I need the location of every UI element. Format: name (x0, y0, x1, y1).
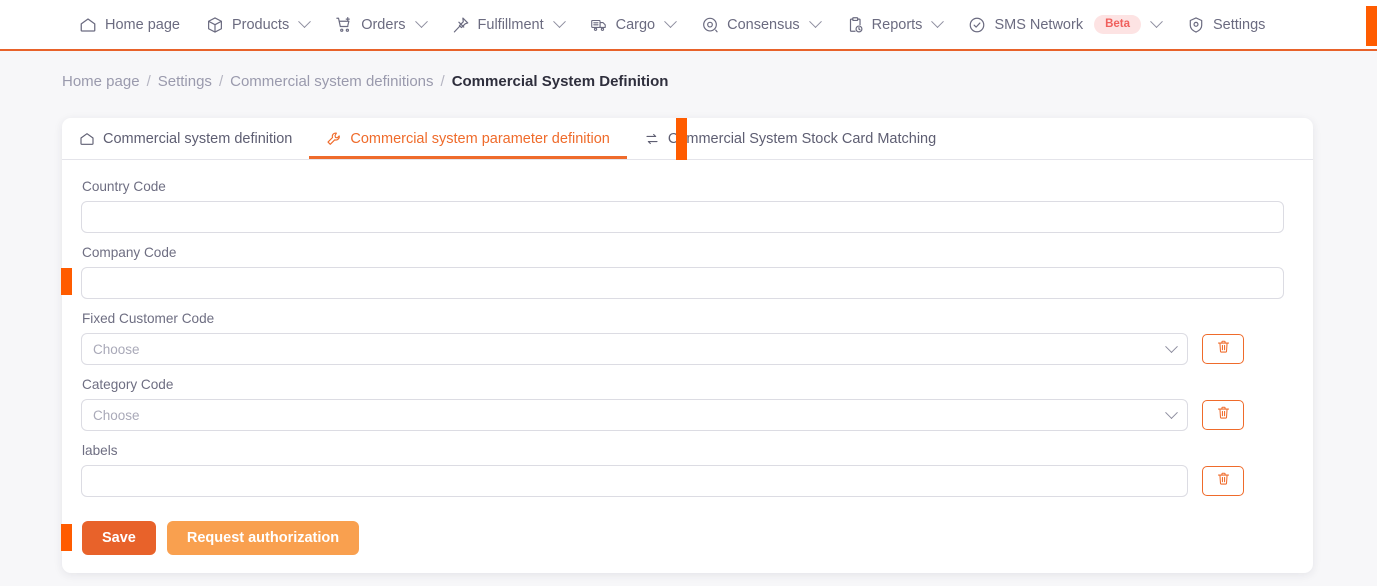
tab-label: Commercial system parameter definition (350, 130, 610, 147)
tab-bar: Commercial system definition Commercial … (62, 118, 1313, 160)
nav-item-label: Consensus (727, 16, 800, 33)
nav-item-sms-network[interactable]: SMS Network Beta (955, 0, 1174, 50)
nav-item-label: Settings (1213, 16, 1266, 33)
category-code-select[interactable]: Choose (81, 399, 1188, 431)
nav-item-label: Orders (361, 16, 406, 33)
tab-commercial-system-parameter-definition[interactable]: Commercial system parameter definition (309, 118, 626, 159)
nav-right-edge-marker (1366, 6, 1377, 46)
nav-item-label: Products (231, 16, 290, 33)
select-placeholder: Choose (93, 407, 140, 423)
trash-icon (1216, 339, 1231, 359)
request-authorization-button[interactable]: Request authorization (166, 521, 360, 555)
nav-item-label: Home page (105, 16, 180, 33)
truck-icon (590, 16, 608, 34)
chevron-down-icon (298, 15, 312, 29)
nav-item-label: Fulfillment (477, 16, 544, 33)
breadcrumb-item-home-page[interactable]: Home page (62, 73, 140, 90)
field-label: Company Code (82, 245, 177, 260)
pin-icon (452, 16, 470, 34)
cart-plus-icon (335, 16, 353, 34)
trash-icon (1216, 471, 1231, 491)
box-icon (206, 16, 224, 34)
chevron-down-icon (931, 15, 945, 29)
trash-icon (1216, 405, 1231, 425)
nav-item-settings[interactable]: Settings (1174, 0, 1278, 50)
labels-input[interactable] (81, 465, 1188, 497)
chevron-down-icon (414, 15, 428, 29)
country-code-input[interactable] (81, 201, 1284, 233)
chevron-down-icon (664, 15, 677, 29)
nav-item-reports[interactable]: Reports (833, 0, 956, 50)
breadcrumb-item-current: Commercial System Definition (451, 73, 669, 90)
field-fixed-customer-code: Fixed Customer Code Choose (81, 311, 1284, 365)
breadcrumb-item-settings[interactable]: Settings (158, 73, 212, 90)
nav-item-home-page[interactable]: Home page (66, 0, 193, 50)
company-code-input[interactable] (81, 267, 1284, 299)
actions-edge-marker (61, 524, 72, 551)
field-label: Fixed Customer Code (82, 311, 215, 326)
breadcrumb-separator: / (218, 73, 224, 90)
nav-item-label: Cargo (615, 16, 656, 33)
active-tab-edge-marker (676, 118, 687, 160)
breadcrumb: Home page / Settings / Commercial system… (0, 51, 1377, 90)
nav-item-orders[interactable]: Orders (322, 0, 438, 50)
field-category-code: Category Code Choose (81, 377, 1284, 431)
tab-commercial-system-definition[interactable]: Commercial system definition (62, 118, 309, 159)
top-navigation-bar: Home page Products Orders Fulfillment Ca… (0, 0, 1377, 51)
content-card: Commercial system definition Commercial … (62, 118, 1313, 573)
delete-fixed-customer-code-button[interactable] (1202, 334, 1244, 364)
home-icon (79, 131, 95, 147)
tab-label: Commercial system definition (103, 130, 293, 147)
field-labels: labels (81, 443, 1284, 497)
select-placeholder: Choose (93, 341, 140, 357)
wrench-icon (326, 131, 342, 147)
nav-item-consensus[interactable]: Consensus (688, 0, 833, 50)
save-button[interactable]: Save (82, 521, 156, 555)
exchange-icon (644, 131, 660, 147)
form-actions: Save Request authorization (81, 509, 1284, 555)
tab-label: Commercial System Stock Card Matching (667, 130, 937, 147)
field-label: Country Code (82, 179, 166, 194)
chevron-down-icon (1165, 405, 1178, 419)
breadcrumb-item-commercial-system-definitions[interactable]: Commercial system definitions (230, 73, 433, 90)
parameter-definition-form: Country Code Company Code Fixed Customer… (62, 160, 1313, 555)
check-circle-icon (968, 16, 986, 34)
nav-item-cargo[interactable]: Cargo (577, 0, 689, 50)
breadcrumb-separator: / (440, 73, 445, 90)
target-icon (701, 16, 719, 34)
delete-labels-button[interactable] (1202, 466, 1244, 496)
nav-item-products[interactable]: Products (193, 0, 322, 50)
field-country-code: Country Code (81, 179, 1284, 233)
chevron-down-icon (808, 15, 822, 29)
field-label: labels (82, 443, 118, 458)
chevron-down-icon (1165, 339, 1178, 353)
nav-item-fulfillment[interactable]: Fulfillment (439, 0, 577, 50)
company-code-edge-marker (61, 268, 72, 295)
clipboard-clock-icon (846, 16, 864, 34)
field-label: Category Code (82, 377, 174, 392)
nav-item-label: SMS Network (994, 16, 1084, 33)
delete-category-code-button[interactable] (1202, 400, 1244, 430)
nav-item-label: Reports (871, 16, 923, 33)
chevron-down-icon (1150, 15, 1163, 29)
breadcrumb-separator: / (146, 73, 151, 90)
shield-gear-icon (1187, 16, 1205, 34)
fixed-customer-code-select[interactable]: Choose (81, 333, 1188, 365)
chevron-down-icon (552, 15, 566, 29)
field-company-code: Company Code (81, 245, 1284, 299)
home-icon (79, 16, 97, 34)
status-badge-beta: Beta (1094, 15, 1142, 34)
